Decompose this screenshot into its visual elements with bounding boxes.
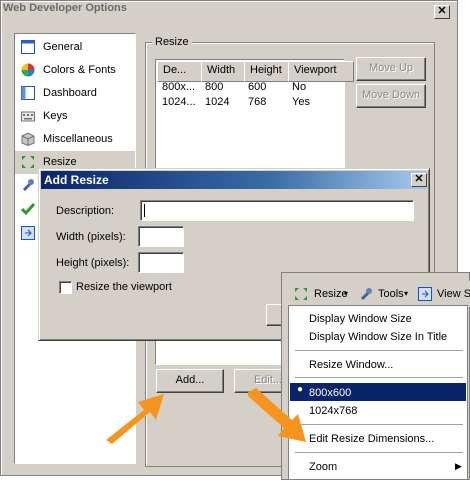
page-icon (21, 226, 35, 240)
width-label: Width (pixels): (56, 231, 126, 243)
viewport-checkbox[interactable] (59, 281, 72, 294)
checkmark-icon (21, 203, 35, 216)
sidebar-item-label: Colors & Fonts (43, 64, 116, 76)
pointer-arrow-icon (248, 388, 306, 442)
cell-description[interactable]: 800x... (162, 81, 195, 93)
cell-viewport: Yes (292, 96, 310, 108)
sidebar-item-label: Miscellaneous (43, 133, 113, 145)
column-header-viewport[interactable]: Viewport (288, 61, 354, 82)
keyboard-icon (21, 111, 35, 122)
sidebar-item-label: Resize (43, 156, 77, 168)
sidebar-item-label: General (43, 41, 83, 53)
submenu-arrow-icon: ▶ (455, 461, 462, 471)
description-label: Description: (56, 205, 115, 217)
cell-width: 800 (205, 81, 224, 93)
text-cursor (144, 204, 145, 217)
cell-width: 1024 (205, 96, 230, 108)
pointer-arrow-icon (106, 394, 164, 444)
dashboard-icon (21, 86, 35, 100)
cell-height: 600 (248, 81, 267, 93)
sidebar-item-general[interactable]: General (15, 36, 135, 59)
move-up-button[interactable]: Move Up (356, 57, 426, 81)
window-title: Web Developer Options (3, 2, 127, 14)
dialog-title: Add Resize (44, 173, 109, 187)
sidebar-item-miscellaneous[interactable]: Miscellaneous (15, 128, 135, 151)
resize-icon (295, 288, 307, 300)
toolbar-resize-menu[interactable]: Resize (314, 288, 348, 300)
window-icon (21, 40, 35, 54)
group-label: Resize (152, 36, 192, 48)
box-icon (21, 132, 35, 146)
move-down-button[interactable]: Move Down (356, 84, 426, 108)
page-icon (418, 287, 432, 301)
color-wheel-icon (21, 63, 35, 77)
sidebar-item-dashboard[interactable]: Dashboard (15, 82, 135, 105)
menu-item-display-window-size-in-title[interactable]: Display Window Size In Title (309, 331, 447, 343)
menu-item-edit-resize-dimensions[interactable]: Edit Resize Dimensions... (309, 433, 434, 445)
menu-separator (295, 350, 463, 351)
height-field[interactable] (138, 252, 184, 273)
viewport-label: Resize the viewport (76, 281, 172, 293)
height-label: Height (pixels): (56, 257, 130, 269)
menu-item-zoom[interactable]: Zoom (309, 461, 337, 473)
chevron-down-icon: ▾ (404, 289, 409, 298)
menu-separator (295, 424, 463, 425)
menu-item-label: 800x600 (309, 387, 352, 399)
sidebar-item-label: Keys (43, 110, 68, 122)
close-icon[interactable]: ✕ (434, 5, 450, 19)
cell-viewport: No (292, 81, 307, 93)
sidebar-item-keys[interactable]: Keys (15, 105, 135, 128)
description-field[interactable] (140, 200, 414, 221)
toolbar-view-source-menu[interactable]: View S (437, 288, 470, 300)
menu-separator (295, 452, 463, 453)
cell-description[interactable]: 1024... (162, 96, 196, 108)
width-field[interactable] (138, 226, 184, 247)
menu-item-display-window-size[interactable]: Display Window Size (309, 313, 412, 325)
sidebar-item-label: Dashboard (43, 87, 97, 99)
chevron-down-icon: ▾ (344, 289, 349, 298)
sidebar-item-colors-fonts[interactable]: Colors & Fonts (15, 59, 135, 82)
cell-height: 768 (248, 96, 267, 108)
wrench-icon (360, 288, 372, 301)
dialog-close-icon[interactable]: ✕ (411, 173, 427, 187)
menu-item-1024x768[interactable]: 1024x768 (309, 405, 357, 417)
toolbar-tools-menu[interactable]: Tools (378, 288, 404, 300)
resize-icon (22, 156, 34, 168)
menu-item-resize-window[interactable]: Resize Window... (309, 359, 393, 371)
wrench-icon (22, 179, 34, 192)
menu-separator (295, 377, 463, 378)
